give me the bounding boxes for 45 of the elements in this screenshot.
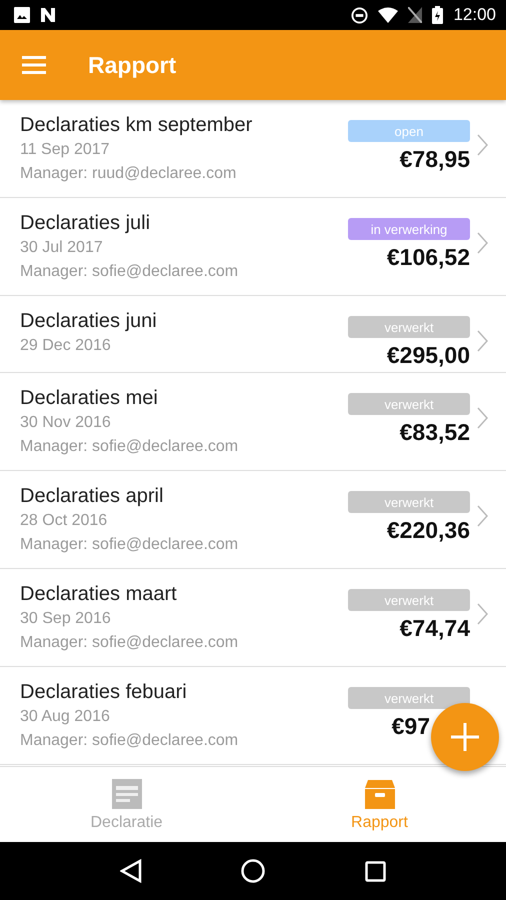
report-title: Declaraties km september: [20, 113, 254, 138]
report-title: Declaraties juni: [20, 309, 158, 334]
report-date: 30 Jul 2017: [20, 238, 104, 258]
report-amount: €97: [392, 713, 430, 740]
report-date: 30 Aug 2016: [20, 707, 111, 727]
report-manager: Manager: sofie@declaree.com: [20, 633, 240, 653]
report-title: Declaraties febuari: [20, 680, 188, 705]
status-badge: open: [348, 120, 470, 142]
report-manager: Manager: sofie@declaree.com: [20, 535, 240, 555]
report-manager: Manager: sofie@declaree.com: [20, 731, 240, 751]
report-amount: €78,95: [400, 146, 470, 173]
report-manager: Manager: ruud@declaree.com: [20, 164, 238, 184]
archive-box-icon: [364, 778, 396, 810]
report-date: 29 Dec 2016: [20, 336, 112, 356]
app-bar-title: Rapport: [88, 52, 176, 78]
n-logo-icon: [40, 7, 56, 23]
report-amount: €295,00: [386, 342, 470, 369]
report-amount: €83,52: [400, 419, 470, 446]
do-not-disturb-icon: [351, 6, 368, 24]
signal-icon: [408, 7, 422, 23]
home-icon[interactable]: [241, 859, 266, 883]
back-icon[interactable]: [120, 859, 142, 883]
report-title: Declaraties juli: [20, 211, 152, 236]
report-date: 28 Oct 2016: [20, 511, 108, 531]
wifi-icon: [378, 7, 398, 23]
image-icon: [14, 7, 30, 23]
plus-icon: [450, 722, 480, 752]
report-date: 30 Sep 2016: [20, 609, 112, 629]
status-badge: in verwerking: [348, 218, 470, 240]
recents-icon[interactable]: [365, 860, 386, 882]
report-title: Declaraties april: [20, 484, 164, 509]
report-amount: €74,74: [400, 615, 470, 642]
report-row[interactable]: Declaraties km september 11 Sep 2017 Manager: ruud@declaree.com open €78,95: [0, 100, 506, 198]
report-manager: Manager: sofie@declaree.com: [20, 437, 240, 457]
report-row[interactable]: Declaraties juli 30 Jul 2017 Manager: sofie@declaree.com in verwerking €106,52: [0, 198, 506, 296]
clock-time: 12:00: [453, 5, 496, 25]
report-amount: €220,36: [386, 517, 470, 544]
report-date: 30 Nov 2016: [20, 413, 112, 433]
report-title: Declaraties maart: [20, 582, 178, 607]
report-amount: €106,52: [386, 244, 470, 271]
report-date: 11 Sep 2017: [20, 140, 111, 160]
battery-icon: [432, 6, 444, 24]
receipt-icon: [110, 778, 142, 810]
report-title: Declaraties mei: [20, 386, 159, 411]
report-manager: Manager: sofie@declaree.com: [20, 262, 240, 282]
